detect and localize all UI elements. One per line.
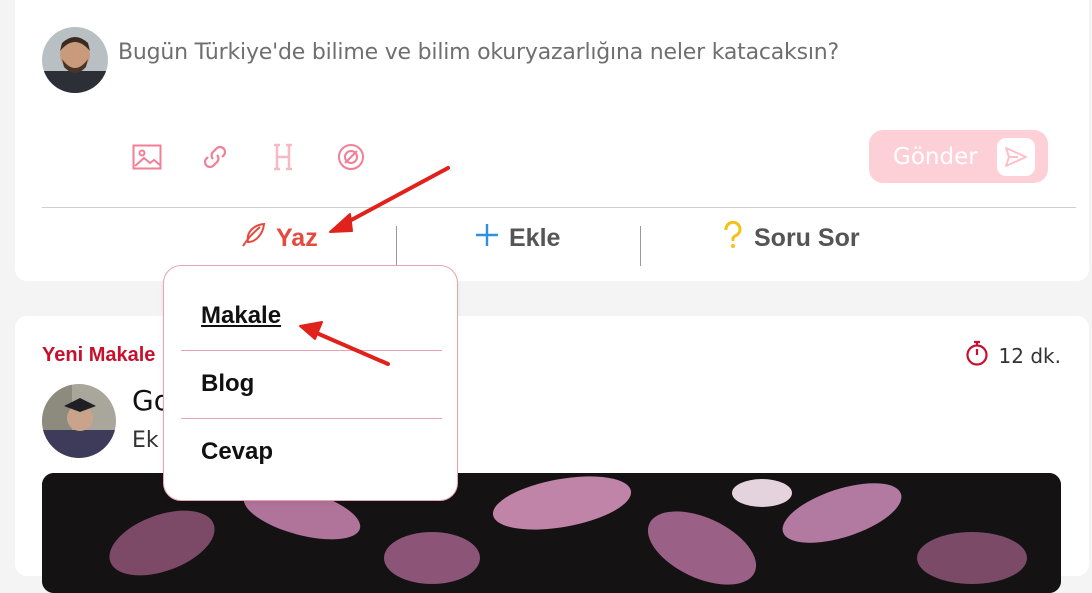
heading-icon[interactable] — [266, 140, 300, 174]
question-icon — [722, 220, 744, 256]
action-separator — [396, 226, 397, 266]
plus-icon — [475, 223, 499, 254]
menu-divider — [181, 418, 442, 419]
target-icon[interactable] — [334, 140, 368, 174]
menu-divider — [181, 350, 442, 351]
read-time-label: 12 dk. — [998, 343, 1061, 368]
action-separator — [640, 226, 641, 266]
send-button[interactable]: Gönder — [869, 130, 1048, 183]
image-icon[interactable] — [130, 140, 164, 174]
menu-item-answer[interactable]: Cevap — [201, 438, 273, 466]
user-avatar[interactable] — [42, 27, 108, 93]
menu-item-article[interactable]: Makale — [201, 302, 281, 330]
write-label: Yaz — [276, 223, 318, 252]
add-label: Ekle — [509, 223, 561, 252]
post-composer: Bugün Türkiye'de bilime ve bilim okuryaz… — [15, 0, 1089, 281]
write-dropdown-menu: Makale Blog Cevap — [163, 265, 458, 501]
link-icon[interactable] — [198, 140, 232, 174]
send-label: Gönder — [893, 143, 978, 170]
read-time: 12 dk. — [965, 340, 1061, 371]
new-article-badge: Yeni Makale — [42, 344, 156, 366]
add-button[interactable]: Ekle — [475, 218, 560, 258]
author-subtitle: Ek — [132, 428, 159, 453]
write-button[interactable]: Yaz — [240, 218, 318, 258]
ask-label: Soru Sor — [754, 223, 860, 252]
composer-prompt[interactable]: Bugün Türkiye'de bilime ve bilim okuryaz… — [118, 40, 839, 65]
author-avatar[interactable] — [42, 384, 116, 458]
stopwatch-icon — [965, 340, 989, 371]
composer-divider — [42, 207, 1076, 208]
ask-question-button[interactable]: Soru Sor — [722, 218, 860, 258]
send-icon — [997, 137, 1035, 176]
feather-icon — [240, 222, 266, 255]
menu-item-blog[interactable]: Blog — [201, 370, 254, 398]
